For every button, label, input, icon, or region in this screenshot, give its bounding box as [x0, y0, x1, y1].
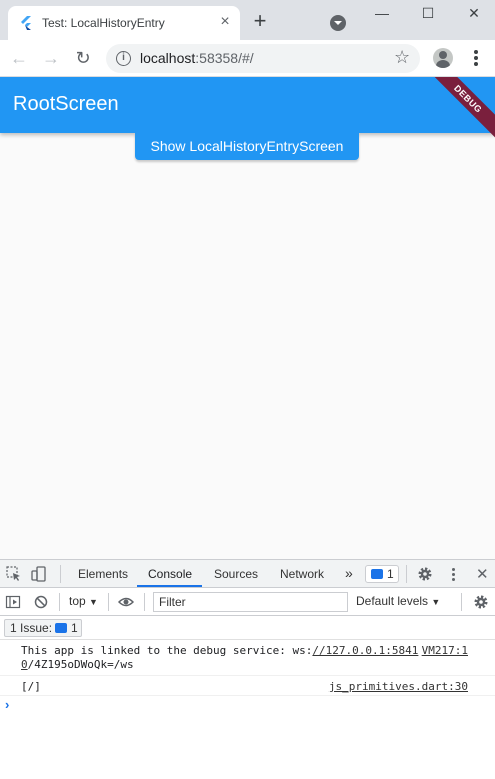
issues-bar: 1 Issue: 1	[0, 616, 495, 640]
device-toolbar-icon[interactable]	[31, 566, 47, 582]
divider	[108, 593, 109, 611]
more-tabs-icon[interactable]: »	[345, 565, 353, 581]
tab-elements[interactable]: Elements	[78, 567, 128, 581]
window-close-icon[interactable]: ✕	[464, 3, 484, 23]
divider	[406, 565, 407, 583]
minimize-icon[interactable]: —	[372, 3, 392, 23]
browser-tab[interactable]: Test: LocalHistoryEntry ×	[8, 6, 240, 40]
clear-console-icon[interactable]	[33, 594, 49, 610]
active-tab-indicator	[137, 585, 202, 587]
divider	[59, 593, 60, 611]
divider	[461, 593, 462, 611]
page-title: RootScreen	[13, 93, 119, 115]
message-icon	[371, 569, 383, 579]
tab-search-icon[interactable]	[330, 15, 346, 31]
site-info-icon[interactable]: i	[116, 51, 131, 66]
gear-icon[interactable]	[417, 566, 433, 582]
message-text: This app is linked to the debug service:…	[21, 644, 419, 671]
context-select[interactable]: top ▼	[69, 594, 98, 608]
close-devtools-icon[interactable]: ✕	[476, 565, 489, 583]
reload-icon[interactable]: ↻	[73, 48, 93, 68]
issues-count: 1	[387, 567, 394, 581]
devtools-menu-icon[interactable]	[446, 566, 462, 582]
log-levels-select[interactable]: Default levels ▼	[356, 594, 440, 608]
message-source-link[interactable]: VM217:1	[422, 644, 468, 657]
browser-toolbar: ← → ↻ i localhost:58358/#/ ☆	[0, 40, 495, 77]
profile-avatar-icon[interactable]	[433, 48, 453, 68]
issues-link[interactable]: 1 Issue: 1	[4, 619, 82, 637]
issues-counter[interactable]: 1	[365, 565, 399, 583]
filter-input[interactable]: Filter	[153, 592, 348, 612]
console-message: This app is linked to the debug service:…	[0, 640, 495, 676]
sidebar-toggle-icon[interactable]	[5, 594, 21, 610]
browser-tabstrip: Test: LocalHistoryEntry × + — ☐ ✕	[0, 0, 495, 40]
app-bar: RootScreen DEBUG	[0, 77, 495, 144]
divider	[144, 593, 145, 611]
app-viewport: RootScreen DEBUG Show LocalHistoryEntryS…	[0, 77, 495, 559]
message-source-link[interactable]: js_primitives.dart:30	[329, 680, 468, 693]
divider	[60, 565, 61, 583]
tab-title: Test: LocalHistoryEntry	[42, 16, 165, 30]
console-settings-gear-icon[interactable]	[473, 594, 489, 610]
bookmark-star-icon[interactable]: ☆	[394, 47, 410, 68]
flutter-icon	[21, 16, 31, 30]
eye-icon[interactable]	[118, 594, 134, 610]
inspect-element-icon[interactable]	[6, 566, 22, 582]
show-local-history-entry-button[interactable]: Show LocalHistoryEntryScreen	[135, 133, 359, 160]
browser-menu-icon[interactable]	[468, 48, 484, 68]
tab-network[interactable]: Network	[280, 567, 324, 581]
new-tab-icon[interactable]: +	[250, 10, 270, 32]
tab-close-icon[interactable]: ×	[217, 14, 233, 30]
url-text: localhost:58358/#/	[140, 50, 254, 66]
devtools-panel: Elements Console Sources Network » 1 ✕ t…	[0, 559, 495, 779]
tab-sources[interactable]: Sources	[214, 567, 258, 581]
console-prompt-icon[interactable]: ›	[5, 697, 9, 712]
tab-console[interactable]: Console	[148, 567, 192, 581]
devtools-tabbar: Elements Console Sources Network » 1 ✕	[0, 560, 495, 588]
debug-banner: DEBUG	[423, 77, 495, 144]
back-icon[interactable]: ←	[9, 48, 29, 68]
message-icon	[55, 623, 67, 633]
console-message: [/] js_primitives.dart:30	[0, 676, 495, 696]
maximize-icon[interactable]: ☐	[418, 3, 438, 23]
message-link[interactable]: //127.0.0.1:5841	[312, 644, 418, 657]
console-filterbar: top ▼ Filter Default levels ▼	[0, 588, 495, 616]
forward-icon[interactable]: →	[41, 48, 61, 68]
address-bar[interactable]: i localhost:58358/#/ ☆	[106, 44, 420, 73]
